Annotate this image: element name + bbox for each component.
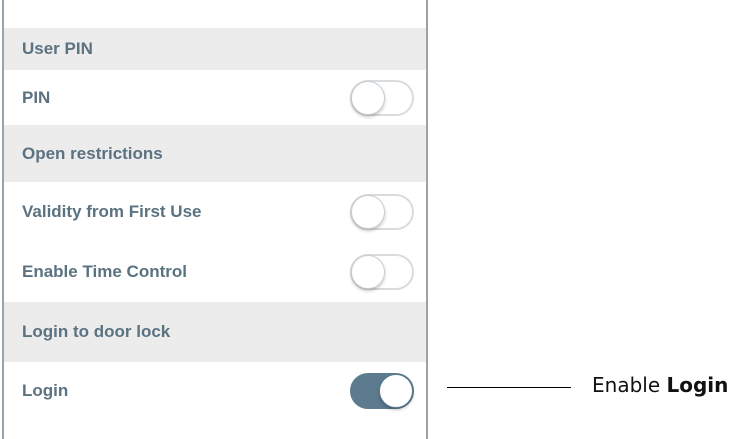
setting-label: Enable Time Control [22,262,187,281]
settings-panel: User PIN PIN Open restrictions Validity … [2,0,428,439]
callout-leader-line [447,387,571,388]
toggle-knob [351,255,385,289]
section-title: Open restrictions [22,143,163,163]
screenshot-canvas: User PIN PIN Open restrictions Validity … [0,0,755,439]
callout-annotation: Enable Login [592,373,728,397]
callout-prefix: Enable [592,373,667,397]
toggle-knob [351,80,385,115]
section-title: Login to door lock [22,322,171,341]
login-toggle[interactable] [350,373,414,409]
enable-time-control-toggle[interactable] [350,254,414,290]
setting-row-validity-from-first-use: Validity from First Use [4,182,426,242]
setting-row-enable-time-control: Enable Time Control [4,242,426,302]
setting-row-login: Login [4,362,426,420]
setting-row-pin: PIN [4,70,426,125]
setting-label: Validity from First Use [22,202,202,221]
pin-toggle[interactable] [350,79,414,116]
section-title: User PIN [22,39,93,58]
section-header-user-pin: User PIN [4,28,426,70]
setting-label: PIN [22,87,51,107]
callout-emphasis: Login [666,373,729,397]
section-header-login-to-door-lock: Login to door lock [4,302,426,362]
toggle-knob [351,195,385,229]
setting-label: Login [22,381,69,400]
section-header-open-restrictions: Open restrictions [4,125,426,182]
toggle-knob [379,374,413,408]
validity-from-first-use-toggle[interactable] [350,194,414,230]
